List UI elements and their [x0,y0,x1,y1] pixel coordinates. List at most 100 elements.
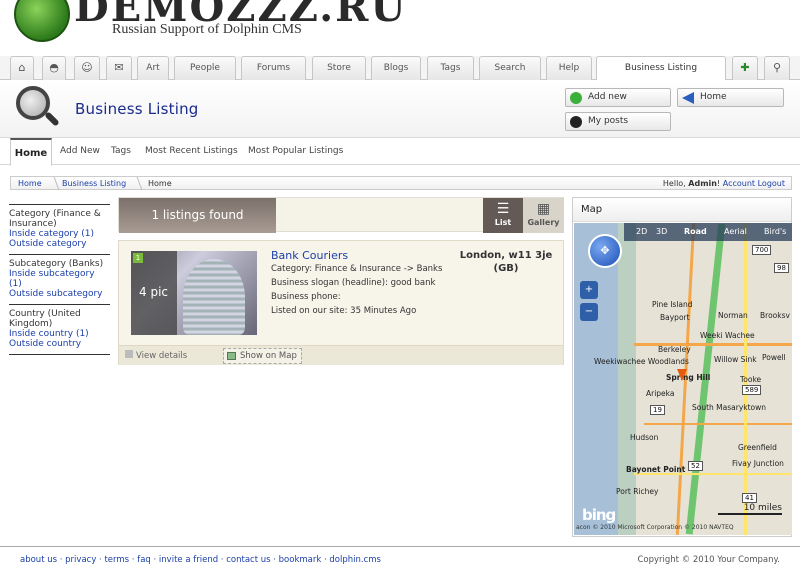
footer-bookmark-link[interactable]: bookmark [279,555,322,565]
picture-count: 4 pic [139,285,168,299]
footer-links: about us · privacy · terms · faq · invit… [20,555,381,565]
tab-business-listing[interactable]: Business Listing [596,56,726,81]
map-mode-aerial[interactable]: Aerial [724,227,747,236]
map-icon [227,352,236,360]
outside-country-link[interactable]: Outside country [9,339,110,349]
list-view-button[interactable]: ☰ List [483,198,523,233]
inside-country-link[interactable]: Inside country (1) [9,329,110,339]
map-canvas[interactable]: 2D 3D Road Aerial Bird's ✥ + − Pine Isla… [574,223,792,535]
map-mode-3d[interactable]: 3D [656,227,667,236]
footer-about-link[interactable]: about us [20,555,57,565]
view-details-link[interactable]: View details [125,350,187,361]
listing-title-link[interactable]: Bank Couriers [271,249,348,262]
breadcrumb: Home Business Listing Home Hello, Admin!… [10,176,792,190]
zoom-out-icon[interactable]: − [580,303,598,321]
tab-art[interactable]: Art [137,56,169,80]
account-link[interactable]: Account [723,179,755,188]
map-place: Port Richey [616,487,659,496]
gallery-view-button[interactable]: ▦ Gallery [523,198,564,233]
messages-icon[interactable]: ✉ [106,56,132,80]
map-mode-birds-eye[interactable]: Bird's [764,227,786,236]
road-shield: 98 [774,263,789,273]
tab-help[interactable]: Help [546,56,592,80]
view-details-label: View details [136,351,188,361]
logout-link[interactable]: Logout [758,179,785,188]
user-name[interactable]: Admin [688,179,717,188]
footer: about us · privacy · terms · faq · invit… [0,546,800,565]
penguin-icon [570,116,582,128]
results-bar: 1 listings found ☰ List ▦ Gallery [118,197,564,233]
search-icon[interactable]: ⚲ [764,56,790,80]
tab-forums[interactable]: Forums [241,56,306,80]
inside-category-link[interactable]: Inside category (1) [9,229,110,239]
filter-category: Category (Finance & Insurance) Inside ca… [9,204,110,249]
subnav: Add New Tags Most Recent Listings Most P… [0,138,800,165]
map-place: Powell [762,353,786,362]
person-icon[interactable]: ☺ [74,56,100,80]
map-pan-control[interactable]: ✥ [588,234,622,268]
breadcrumb-separator [129,177,143,190]
map-place: Bayport [660,313,690,322]
footer-invite-link[interactable]: invite a friend [159,555,218,565]
filter-category-head: Category (Finance & Insurance) [9,209,101,229]
map-mode-road[interactable]: Road [684,227,707,236]
show-on-map-button[interactable]: Show on Map [223,348,302,364]
subtab-most-popular[interactable]: Most Popular Listings [248,146,343,156]
subtab-tags[interactable]: Tags [111,146,131,156]
map-place: Weeki Wachee [700,331,755,340]
outside-category-link[interactable]: Outside category [9,239,110,249]
my-posts-label: My posts [588,116,629,126]
home-icon[interactable]: ⌂ [10,56,34,80]
details-icon [125,350,133,358]
map-place: Weekiwachee Woodlands [594,357,689,366]
map-panel: Map 2D 3D Road Aerial Bird's ✥ + − Pine … [572,197,792,537]
footer-contact-link[interactable]: contact us [226,555,270,565]
listing-thumbnail[interactable]: 4 pic 1 [131,251,257,335]
breadcrumb-business-listing[interactable]: Business Listing [62,178,126,190]
helmet-icon[interactable]: ◓ [42,56,66,80]
my-posts-button[interactable]: My posts [565,112,671,131]
subtab-most-recent[interactable]: Most Recent Listings [145,146,238,156]
inside-subcategory-link[interactable]: Inside subcategory (1) [9,269,110,289]
add-icon[interactable]: ✚ [732,56,758,80]
road-east-west-2 [644,423,792,425]
filter-subcategory-head: Subcategory (Banks) [9,259,104,269]
tab-blogs[interactable]: Blogs [371,56,421,80]
frog-logo-icon[interactable] [14,0,70,42]
subtab-home[interactable]: Home [10,138,52,166]
tab-tags[interactable]: Tags [427,56,474,80]
tab-search[interactable]: Search [479,56,541,80]
home-button[interactable]: Home [677,88,784,107]
map-place: Brooksv [760,311,790,320]
location-pin-icon[interactable] [677,369,687,381]
zoom-in-icon[interactable]: + [580,281,598,299]
site-tagline: Russian Support of Dolphin CMS [112,22,302,37]
footer-faq-link[interactable]: faq [137,555,151,565]
outside-subcategory-link[interactable]: Outside subcategory [9,289,110,299]
filter-divider [9,354,110,355]
listing-category: Category: Finance & Insurance -> Banks [271,264,443,274]
listing-phone: Business phone: [271,292,341,302]
map-place: Bayonet Point [626,465,686,474]
listing-listed-time: Listed on our site: 35 Minutes Ago [271,306,417,316]
map-title: Map [573,198,791,222]
map-mode-2d[interactable]: 2D [636,227,647,236]
footer-dolphin-link[interactable]: dolphin.cms [329,555,381,565]
tab-people[interactable]: People [174,56,236,80]
location-line-1: London, w11 3je [459,250,553,261]
road-shield: 19 [650,405,665,415]
add-new-label: Add new [588,92,627,102]
back-arrow-icon [682,92,694,104]
breadcrumb-current: Home [148,179,172,188]
breadcrumb-separator [46,177,60,190]
footer-privacy-link[interactable]: privacy [65,555,96,565]
breadcrumb-home[interactable]: Home [18,178,42,190]
subtab-add-new[interactable]: Add New [60,146,100,156]
add-new-button[interactable]: Add new [565,88,671,107]
listing-location: London, w11 3je (GB) [457,249,555,275]
map-place: South Masaryktown [692,403,767,412]
gallery-view-label: Gallery [527,218,560,227]
tab-store[interactable]: Store [312,56,366,80]
footer-terms-link[interactable]: terms [104,555,129,565]
map-place: Spring Hill [666,373,711,382]
